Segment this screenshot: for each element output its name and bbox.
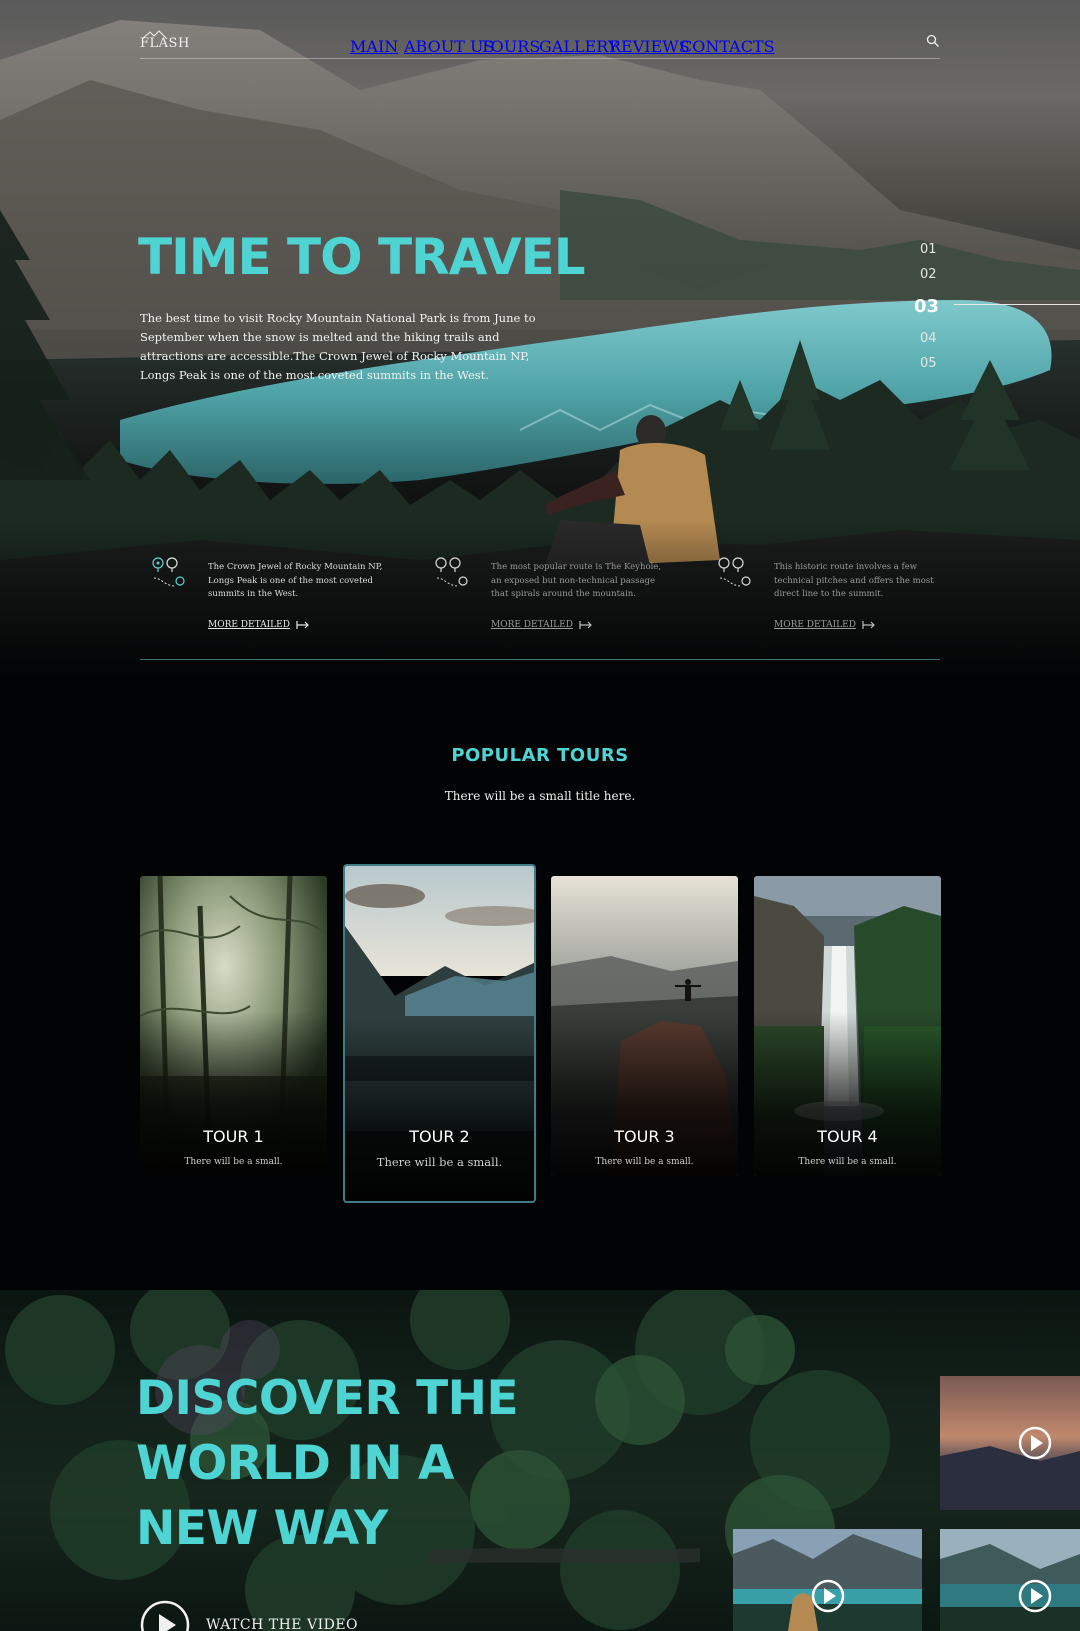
slide-number[interactable]: 02: [920, 267, 1080, 282]
tour-subtitle: There will be a small.: [595, 1157, 694, 1167]
hero-description: The best time to visit Rocky Mountain Na…: [140, 311, 536, 382]
watch-video-label: WATCH THE VIDEO: [206, 1617, 359, 1631]
play-icon: [140, 1600, 190, 1631]
tour-card[interactable]: TOUR 1 There will be a small.: [140, 876, 327, 1176]
route-pin-icon: [152, 557, 185, 587]
slide-number-active[interactable]: 03: [914, 296, 1080, 317]
arrow-right-icon: [862, 621, 875, 629]
play-icon: [811, 1579, 845, 1613]
more-detailed-label: MORE DETAILED: [774, 620, 856, 630]
section-divider: [140, 659, 940, 660]
nav-item-tours[interactable]: TOURS: [480, 37, 540, 56]
discover-title-line: NEW WAY: [136, 1501, 388, 1556]
feature-text: The Crown Jewel of Rocky Mountain NP, Lo…: [208, 562, 383, 599]
nav-divider: [140, 58, 940, 59]
feature-text: This historic route involves a few techn…: [774, 562, 934, 599]
more-detailed-label: MORE DETAILED: [491, 620, 573, 630]
more-detailed-link[interactable]: MORE DETAILED: [208, 620, 310, 630]
discover-title-line: WORLD IN A: [136, 1436, 454, 1491]
discover-title: DISCOVER THE WORLD IN A NEW WAY: [136, 1366, 519, 1561]
search-icon[interactable]: [926, 34, 940, 48]
tour-subtitle: There will be a small.: [184, 1157, 283, 1167]
logo[interactable]: FLASH: [140, 36, 190, 51]
route-pin-icon: [435, 557, 468, 587]
video-thumbnail[interactable]: [733, 1529, 922, 1631]
more-detailed-label: MORE DETAILED: [208, 620, 290, 630]
slide-number[interactable]: 01: [920, 242, 1080, 257]
tour-title: TOUR 4: [817, 1127, 878, 1146]
card-overlay: [754, 1011, 941, 1176]
tour-subtitle: There will be a small.: [798, 1157, 897, 1167]
tour-card[interactable]: TOUR 3 There will be a small.: [551, 876, 738, 1176]
video-thumbnail[interactable]: [940, 1529, 1080, 1631]
feature-text: The most popular route is The Keyhole, a…: [491, 562, 662, 599]
active-slide-indicator: [954, 304, 1080, 305]
tour-title: TOUR 1: [203, 1127, 264, 1146]
nav-item-reviews[interactable]: REVIEWS: [609, 37, 690, 56]
tour-card-featured[interactable]: TOUR 2 There will be a small.: [343, 864, 536, 1203]
nav-item-gallery[interactable]: GALLERY: [539, 37, 618, 56]
play-icon: [1018, 1426, 1052, 1460]
card-overlay: [140, 1011, 327, 1176]
tour-title: TOUR 2: [409, 1127, 470, 1146]
tour-card[interactable]: TOUR 4 There will be a small.: [754, 876, 941, 1176]
card-overlay: [345, 1016, 534, 1201]
popular-tours-subtitle: There will be a small title here.: [444, 789, 636, 803]
more-detailed-link[interactable]: MORE DETAILED: [774, 620, 876, 630]
slide-number[interactable]: 05: [920, 356, 1080, 371]
nav-item-main[interactable]: MAIN: [350, 37, 398, 56]
hero-section: FLASH MAIN ABOUT US TOURS GALLERY REVIEW…: [0, 0, 1080, 680]
more-detailed-link[interactable]: MORE DETAILED: [491, 620, 593, 630]
watch-video-button[interactable]: WATCH THE VIDEO: [140, 1600, 358, 1631]
route-pin-icon: [718, 557, 751, 587]
tour-title: TOUR 3: [614, 1127, 675, 1146]
discover-title-line: DISCOVER THE: [136, 1371, 519, 1426]
tour-subtitle: There will be a small.: [376, 1155, 503, 1169]
popular-tours-title: POPULAR TOURS: [451, 745, 629, 766]
slide-number[interactable]: 04: [920, 331, 1080, 346]
video-thumbnail-image: [940, 1376, 1080, 1510]
arrow-right-icon: [579, 621, 592, 629]
hero-title: TIME TO TRAVEL: [138, 228, 586, 286]
video-thumbnail-image: [940, 1529, 1080, 1631]
nav-item-contacts[interactable]: CONTACTS: [680, 37, 775, 56]
card-overlay: [551, 1011, 738, 1176]
play-icon: [1018, 1579, 1052, 1613]
arrow-right-icon: [296, 621, 309, 629]
video-thumbnail[interactable]: [940, 1376, 1080, 1510]
